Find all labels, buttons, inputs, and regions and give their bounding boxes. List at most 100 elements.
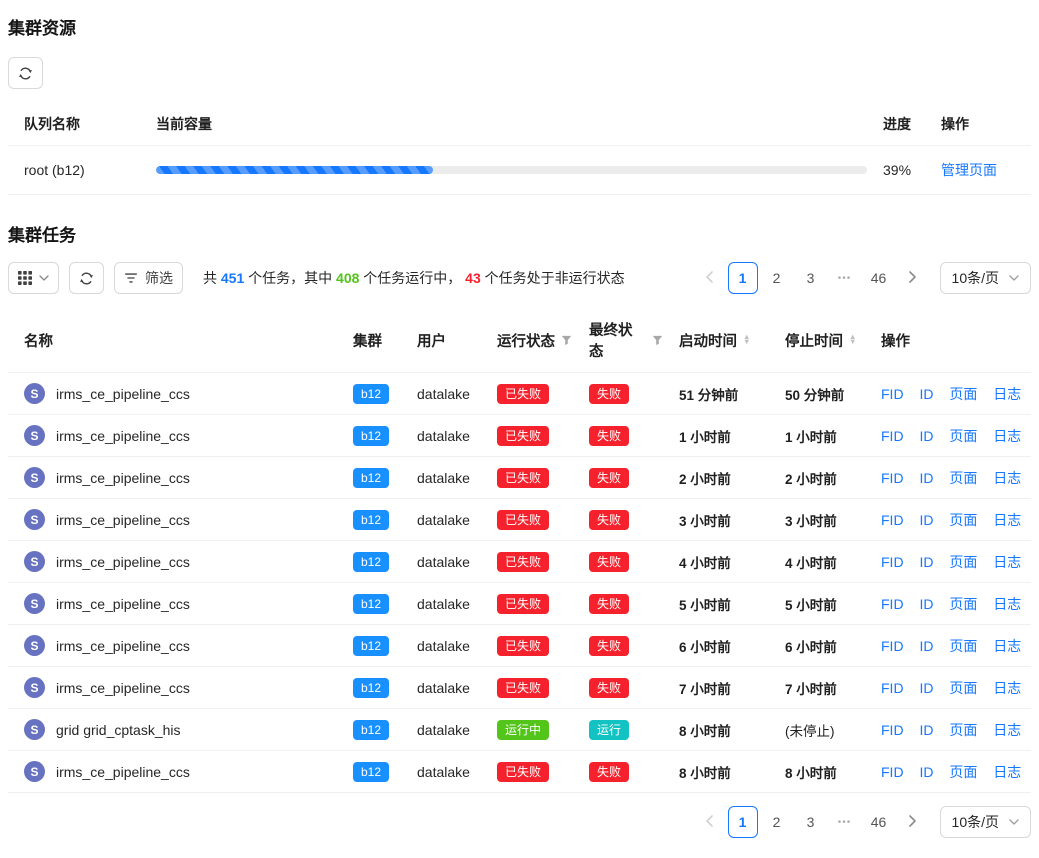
- page-size-value: 10条/页: [952, 812, 999, 832]
- log-link[interactable]: 日志: [993, 386, 1021, 402]
- running-count: 408: [336, 270, 359, 286]
- cluster-resources-section: 集群资源 队列名称: [8, 14, 1031, 195]
- pagination-page-3[interactable]: 3: [796, 806, 826, 838]
- task-user: datalake: [409, 457, 489, 499]
- page-link[interactable]: 页面: [949, 764, 977, 780]
- pagination-page-1[interactable]: 1: [728, 262, 758, 294]
- tasks-refresh-button[interactable]: [69, 262, 104, 294]
- page-link[interactable]: 页面: [949, 386, 977, 402]
- fid-link[interactable]: FID: [881, 638, 904, 654]
- fid-link[interactable]: FID: [881, 470, 904, 486]
- page-link[interactable]: 页面: [949, 638, 977, 654]
- fid-link[interactable]: FID: [881, 512, 904, 528]
- id-link[interactable]: ID: [919, 386, 933, 402]
- task-avatar: S: [24, 425, 45, 446]
- pagination-prev-button[interactable]: [694, 806, 724, 838]
- id-link[interactable]: ID: [919, 596, 933, 612]
- log-link[interactable]: 日志: [993, 428, 1021, 444]
- cluster-badge: b12: [353, 552, 389, 572]
- log-link[interactable]: 日志: [993, 722, 1021, 738]
- manage-page-link[interactable]: 管理页面: [941, 162, 997, 178]
- log-link[interactable]: 日志: [993, 764, 1021, 780]
- run-status-badge: 已失败: [497, 762, 549, 782]
- pagination-prev-button[interactable]: [694, 262, 724, 294]
- fid-link[interactable]: FID: [881, 428, 904, 444]
- cluster-badge: b12: [353, 636, 389, 656]
- page-link[interactable]: 页面: [949, 470, 977, 486]
- start-time: 8 小时前: [671, 751, 777, 793]
- page-link[interactable]: 页面: [949, 554, 977, 570]
- task-name: irms_ce_pipeline_ccs: [56, 512, 190, 528]
- tasks-footer: 1 2 3 ••• 46 10条/页: [8, 806, 1031, 838]
- progress-percent: 39%: [875, 146, 933, 195]
- log-link[interactable]: 日志: [993, 512, 1021, 528]
- fid-link[interactable]: FID: [881, 596, 904, 612]
- log-link[interactable]: 日志: [993, 596, 1021, 612]
- total-count: 451: [221, 270, 244, 286]
- pagination-next-button[interactable]: [898, 806, 928, 838]
- col-final-status-label: 最终状态: [589, 319, 646, 361]
- page-link[interactable]: 页面: [949, 722, 977, 738]
- page-link[interactable]: 页面: [949, 680, 977, 696]
- id-link[interactable]: ID: [919, 638, 933, 654]
- page: 集群资源 队列名称: [0, 0, 1039, 858]
- pagination-next-button[interactable]: [898, 262, 928, 294]
- pagination-ellipsis[interactable]: •••: [830, 817, 860, 828]
- task-avatar: S: [24, 635, 45, 656]
- id-link[interactable]: ID: [919, 680, 933, 696]
- pagination-page-2[interactable]: 2: [762, 806, 792, 838]
- filter-button[interactable]: 筛选: [114, 262, 183, 294]
- fid-link[interactable]: FID: [881, 386, 904, 402]
- fid-link[interactable]: FID: [881, 764, 904, 780]
- page-size-value: 10条/页: [952, 268, 999, 288]
- id-link[interactable]: ID: [919, 722, 933, 738]
- task-name: grid grid_cptask_his: [56, 722, 181, 738]
- task-name: irms_ce_pipeline_ccs: [56, 680, 190, 696]
- stop-time: 1 小时前: [777, 415, 873, 457]
- pagination-page-last[interactable]: 46: [864, 806, 894, 838]
- stop-time: 4 小时前: [777, 541, 873, 583]
- pagination-page-1[interactable]: 1: [728, 806, 758, 838]
- page-link[interactable]: 页面: [949, 512, 977, 528]
- stop-time: 7 小时前: [777, 667, 873, 709]
- pagination-page-2[interactable]: 2: [762, 262, 792, 294]
- page-link[interactable]: 页面: [949, 596, 977, 612]
- log-link[interactable]: 日志: [993, 554, 1021, 570]
- run-status-badge: 已失败: [497, 426, 549, 446]
- log-link[interactable]: 日志: [993, 470, 1021, 486]
- id-link[interactable]: ID: [919, 428, 933, 444]
- fid-link[interactable]: FID: [881, 554, 904, 570]
- task-row: S irms_ce_pipeline_ccs b12 datalake 已失败 …: [8, 373, 1031, 415]
- resources-header-row: 队列名称 当前容量 进度 操作: [8, 103, 1031, 146]
- run-status-badge: 已失败: [497, 384, 549, 404]
- id-link[interactable]: ID: [919, 512, 933, 528]
- page-size-select[interactable]: 10条/页: [940, 806, 1031, 838]
- task-user: datalake: [409, 751, 489, 793]
- id-link[interactable]: ID: [919, 554, 933, 570]
- pagination-page-last[interactable]: 46: [864, 262, 894, 294]
- col-start-time[interactable]: 启动时间 ▲▼: [671, 308, 777, 373]
- filter-funnel-icon[interactable]: [652, 335, 663, 346]
- filter-funnel-icon[interactable]: [561, 335, 572, 346]
- id-link[interactable]: ID: [919, 470, 933, 486]
- pagination-page-3[interactable]: 3: [796, 262, 826, 294]
- sort-carets-icon[interactable]: ▲▼: [743, 335, 750, 344]
- sort-carets-icon[interactable]: ▲▼: [849, 335, 856, 344]
- resources-refresh-button[interactable]: [8, 57, 43, 89]
- log-link[interactable]: 日志: [993, 638, 1021, 654]
- col-stop-time-label: 停止时间: [785, 330, 843, 351]
- fid-link[interactable]: FID: [881, 680, 904, 696]
- view-switch-button[interactable]: [8, 262, 59, 294]
- task-name: irms_ce_pipeline_ccs: [56, 596, 190, 612]
- stop-time: (未停止): [777, 709, 873, 751]
- pagination-ellipsis[interactable]: •••: [830, 273, 860, 284]
- stop-time: 3 小时前: [777, 499, 873, 541]
- id-link[interactable]: ID: [919, 764, 933, 780]
- fid-link[interactable]: FID: [881, 722, 904, 738]
- chevron-down-icon: [1009, 275, 1019, 281]
- page-link[interactable]: 页面: [949, 428, 977, 444]
- final-status-badge: 运行: [589, 720, 629, 740]
- log-link[interactable]: 日志: [993, 680, 1021, 696]
- page-size-select[interactable]: 10条/页: [940, 262, 1031, 294]
- col-stop-time[interactable]: 停止时间 ▲▼: [777, 308, 873, 373]
